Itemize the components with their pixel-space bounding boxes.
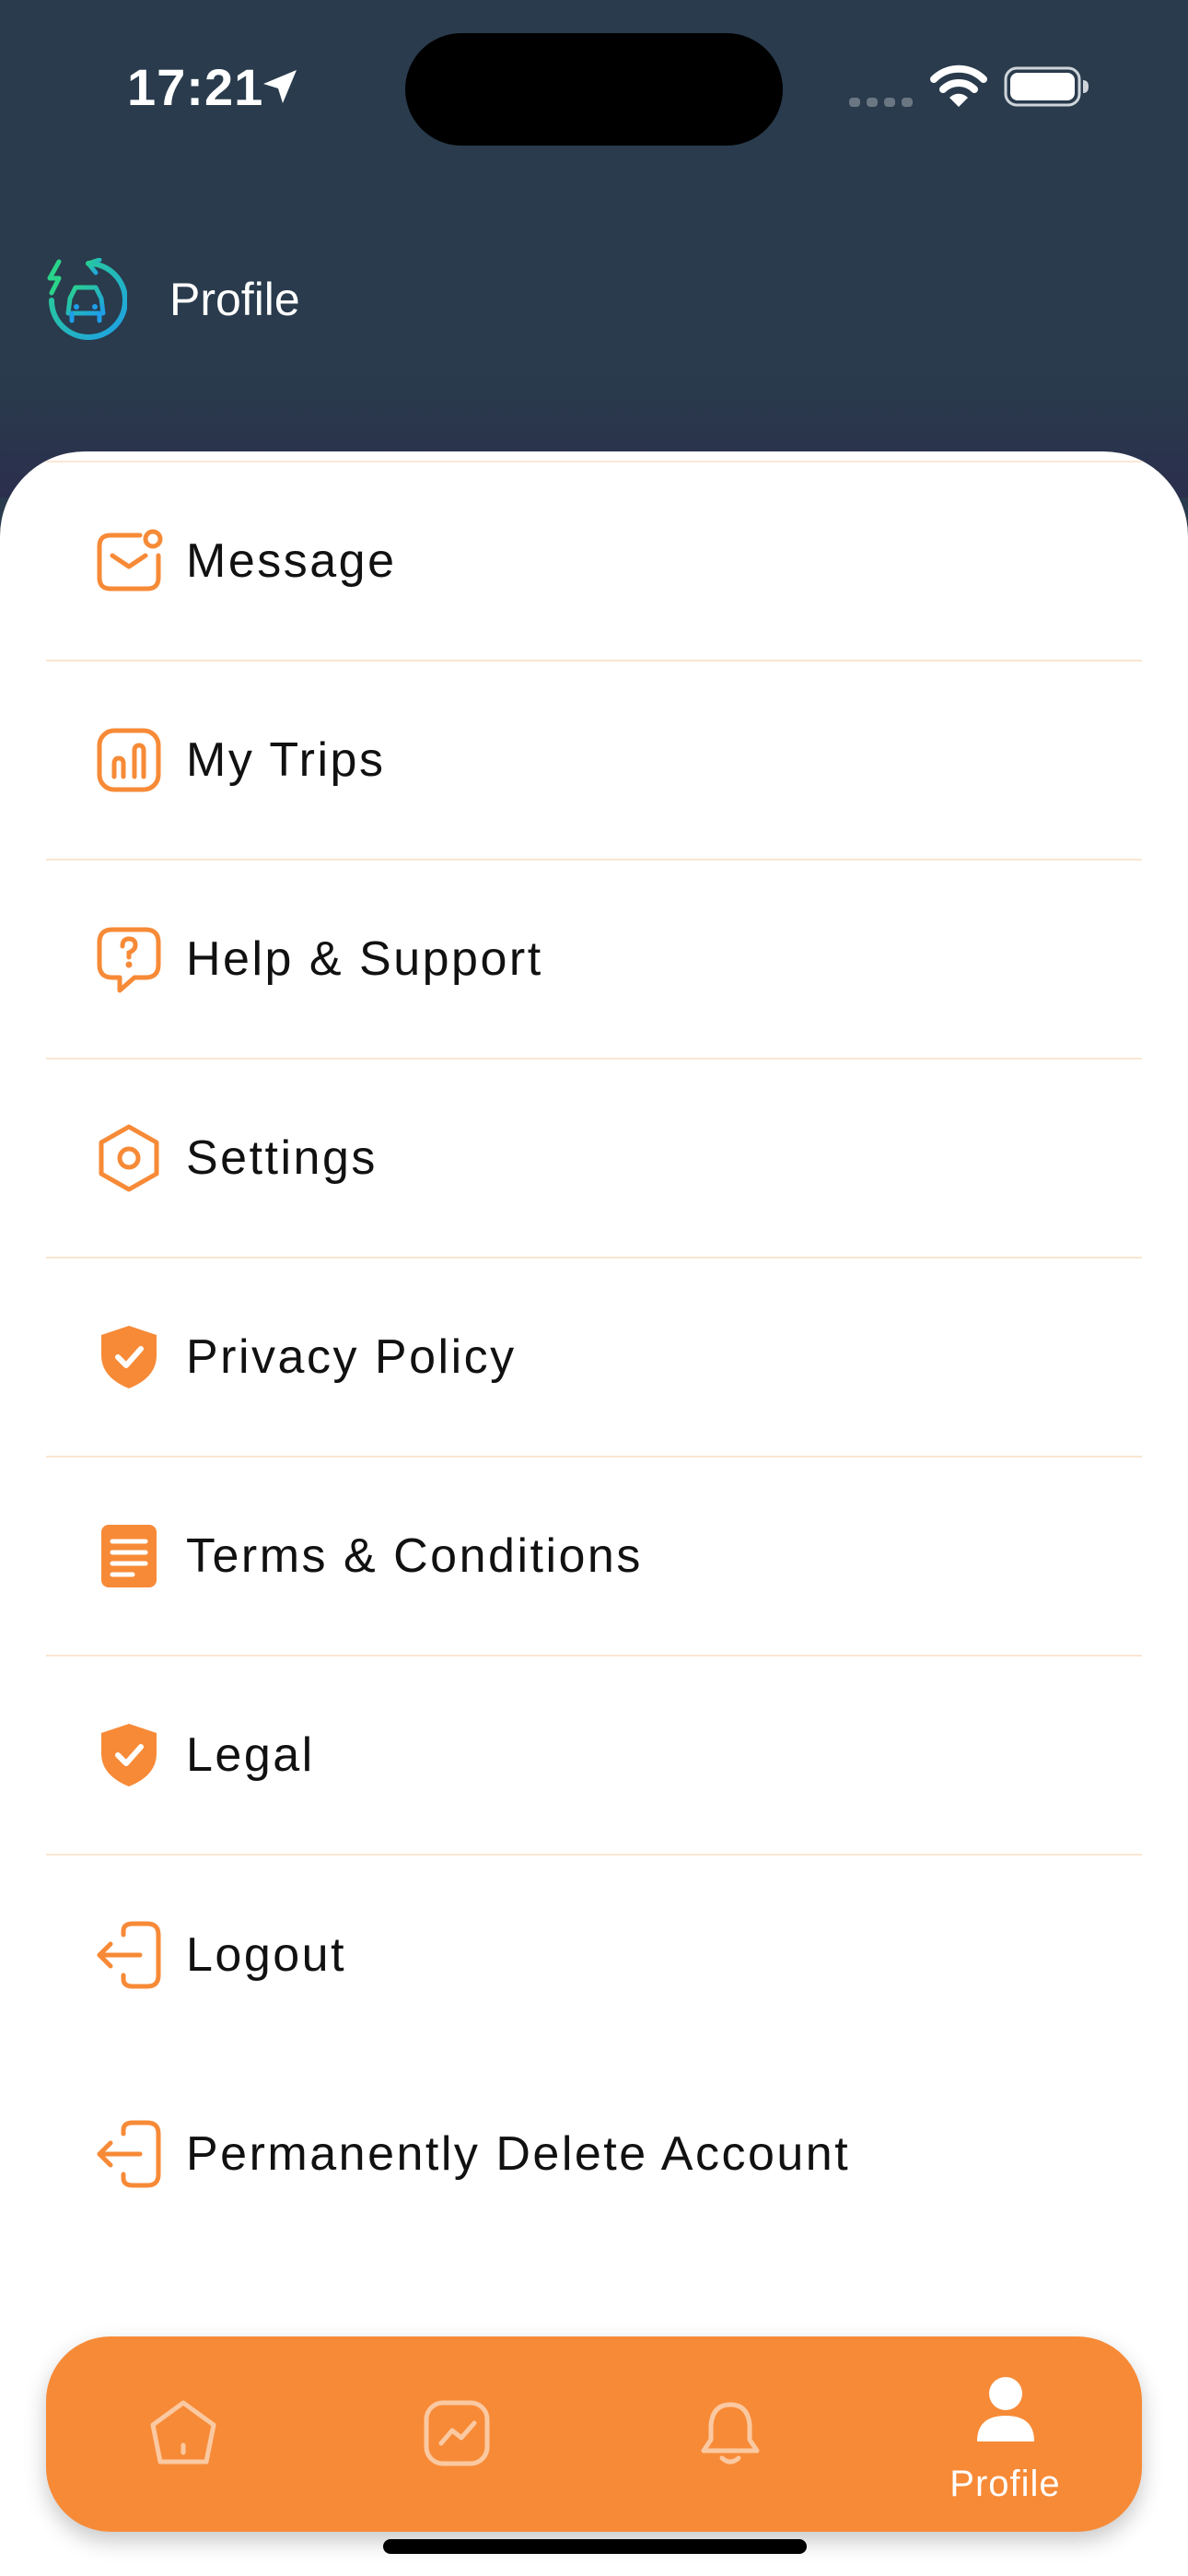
- shield-check-icon: [101, 1724, 157, 1786]
- shield-check-icon: [101, 1326, 157, 1388]
- tab-profile-label: Profile: [949, 2464, 1061, 2504]
- document-icon: [101, 1525, 157, 1587]
- page-title: Profile: [169, 274, 300, 325]
- home-icon: [150, 2400, 216, 2465]
- wifi-icon: [930, 64, 987, 107]
- home-indicator: [383, 2539, 807, 2554]
- menu-item-label: Legal: [186, 1728, 315, 1782]
- status-time: 17:21: [127, 58, 264, 116]
- battery-icon: [1004, 66, 1089, 107]
- app-logo-icon: [47, 258, 127, 340]
- menu-item-label: Privacy Policy: [186, 1330, 517, 1384]
- tab-activity[interactable]: [320, 2336, 593, 2532]
- profile-menu-list: Message My Trips Help & Support Settings…: [46, 463, 1142, 2254]
- logout-icon: [97, 1921, 161, 1989]
- menu-item-label: My Trips: [186, 733, 386, 787]
- menu-item-label: Message: [186, 534, 397, 588]
- cellular-signal-icon: [849, 98, 913, 107]
- menu-item-label: Logout: [186, 1928, 347, 1982]
- menu-item-settings[interactable]: Settings: [46, 1060, 1142, 1259]
- help-icon: [97, 927, 161, 993]
- user-icon: [977, 2377, 1034, 2441]
- menu-item-terms-conditions[interactable]: Terms & Conditions: [46, 1458, 1142, 1657]
- location-arrow-icon: [263, 70, 297, 103]
- settings-icon: [99, 1124, 159, 1192]
- message-icon: [97, 529, 163, 591]
- tab-home[interactable]: [46, 2336, 320, 2532]
- menu-item-logout[interactable]: Logout: [46, 1856, 1142, 2055]
- menu-item-my-trips[interactable]: My Trips: [46, 662, 1142, 861]
- menu-item-legal[interactable]: Legal: [46, 1657, 1142, 1856]
- bottom-tab-bar: Profile: [46, 2336, 1142, 2532]
- trips-icon: [97, 728, 161, 792]
- menu-item-help-support[interactable]: Help & Support: [46, 861, 1142, 1060]
- chart-icon: [424, 2400, 490, 2466]
- tab-profile[interactable]: Profile: [868, 2336, 1142, 2532]
- menu-item-label: Settings: [186, 1131, 378, 1185]
- tab-notifications[interactable]: [593, 2336, 867, 2532]
- menu-item-label: Help & Support: [186, 932, 543, 986]
- logout-icon: [97, 2120, 161, 2188]
- app-header: 17:21 Profile: [0, 0, 1188, 498]
- menu-item-privacy-policy[interactable]: Privacy Policy: [46, 1259, 1142, 1458]
- bell-icon: [701, 2402, 760, 2465]
- profile-menu-card: Message My Trips Help & Support Settings…: [0, 451, 1188, 2576]
- menu-item-label: Permanently Delete Account: [186, 2127, 851, 2181]
- menu-item-message[interactable]: Message: [46, 463, 1142, 662]
- menu-item-label: Terms & Conditions: [186, 1529, 643, 1583]
- menu-item-delete-account[interactable]: Permanently Delete Account: [46, 2055, 1142, 2254]
- dynamic-island: [405, 33, 783, 146]
